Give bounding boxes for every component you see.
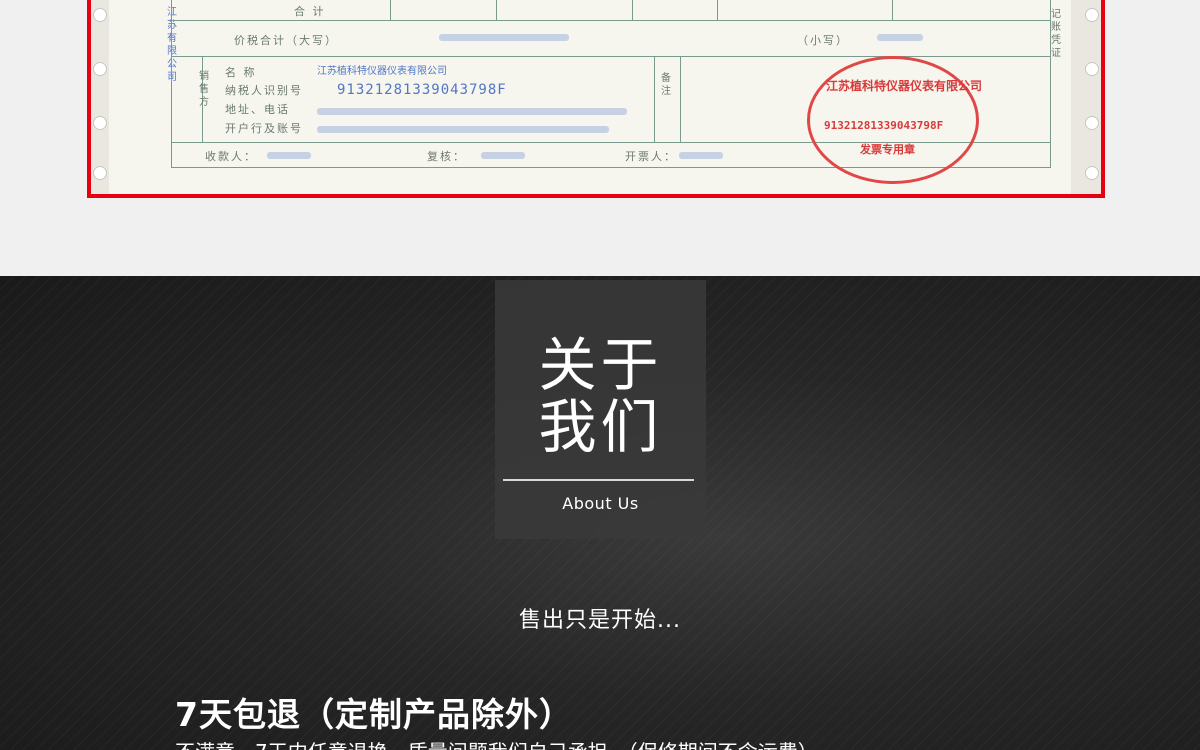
invoice-total-label: 合 计 [294, 5, 326, 18]
invoice-seller-name: 江苏植科特仪器仪表有限公司 [317, 66, 447, 77]
invoice-tractor-holes-right [1083, 0, 1101, 194]
stamp-taxid: 91321281339043798F [824, 119, 944, 132]
invoice-taxid-label: 纳税人识别号 [225, 84, 303, 97]
invoice-image-frame: 江苏有限公司 合 计 价税合计（大写） （小写） 销售方 备注 名 称 江苏植科… [87, 0, 1105, 198]
invoice-tax-total-label: 价税合计（大写） [234, 34, 338, 47]
about-section: 关于 我们 About Us 售出只是开始... 7天包退（定制产品除外） 不满… [0, 276, 1200, 750]
invoice-bank-blurred [317, 126, 609, 133]
invoice-tractor-holes-left [91, 0, 109, 194]
invoice-seller-side-label: 销售方 [199, 71, 209, 108]
about-tagline: 售出只是开始... [519, 608, 681, 633]
invoice-name-label: 名 称 [225, 66, 257, 79]
about-title-line2: 我们 [538, 393, 663, 461]
invoice-reviewer-label: 复核： [427, 150, 466, 163]
invoice-payee-blurred [267, 152, 311, 159]
invoice-issuer-blurred [679, 152, 723, 159]
about-title-line1: 关于 [538, 331, 663, 399]
invoice-amount-words-blurred [439, 34, 569, 41]
return-policy-title: 7天包退（定制产品除外） [175, 695, 573, 734]
about-title-chinese: 关于 我们 [495, 334, 706, 458]
invoice-address-label: 地址、电话 [225, 103, 290, 116]
invoice-small-amount-blurred [877, 34, 923, 41]
invoice-payee-label: 收款人： [205, 150, 257, 163]
invoice-reviewer-blurred [481, 152, 525, 159]
stamp-invoice-seal: 发票专用章 [860, 143, 915, 156]
invoice-bank-label: 开户行及账号 [225, 122, 303, 135]
invoice-company-stamp: 江苏植科特仪器仪表有限公司 91321281339043798F 发票专用章 [807, 56, 983, 184]
invoice-seller-taxid: 91321281339043798F [337, 82, 507, 98]
invoice-paper: 江苏有限公司 合 计 价税合计（大写） （小写） 销售方 备注 名 称 江苏植科… [109, 0, 1071, 194]
invoice-small-amount-label: （小写） [797, 34, 849, 47]
invoice-address-blurred [317, 108, 627, 115]
invoice-right-margin-text: 记账凭证 [1051, 9, 1061, 59]
return-policy-description: 不满意，7天内任意退换，质量问题我们自己承担。（保修期间不含运费） [175, 736, 818, 750]
about-title-english: About Us [562, 494, 639, 513]
about-title-box: 关于 我们 About Us [495, 280, 706, 539]
about-title-divider [503, 479, 694, 481]
invoice-issuer-label: 开票人： [625, 150, 677, 163]
stamp-company-name: 江苏植科特仪器仪表有限公司 [826, 79, 983, 93]
invoice-remarks-side-label: 备注 [661, 73, 671, 97]
